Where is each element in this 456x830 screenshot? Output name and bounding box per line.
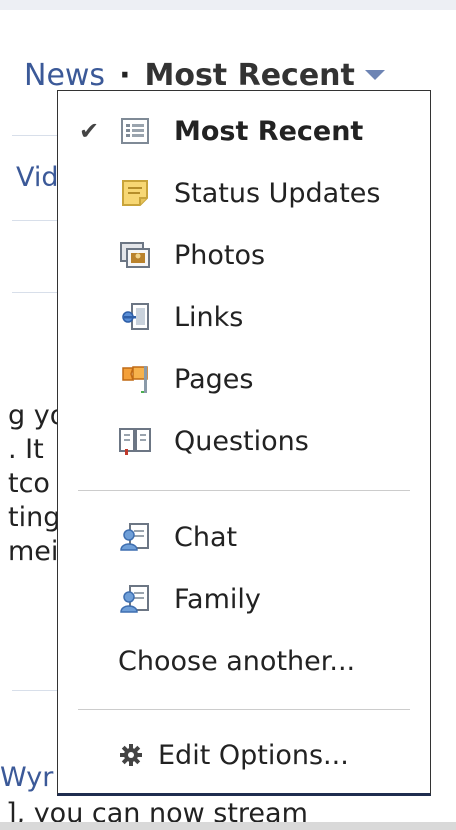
menu-divider [78, 709, 410, 710]
menu-item-label: Pages [174, 363, 254, 395]
menu-item-label: Links [174, 301, 244, 333]
sort-dropdown-toggle[interactable]: Most Recent [144, 58, 385, 93]
menu-item-label: Edit Options... [158, 739, 349, 771]
menu-item-label: Photos [174, 239, 266, 271]
menu-item-label: Family [174, 583, 261, 615]
menu-item-questions[interactable]: Questions [58, 413, 430, 469]
feed-author-link[interactable]: Wyr [0, 762, 53, 794]
feed-divider [12, 292, 62, 293]
news-feed-icon [118, 114, 152, 148]
link-icon [118, 300, 152, 334]
gear-icon [116, 738, 146, 772]
menu-item-label: Status Updates [174, 177, 381, 209]
feed-divider [12, 690, 62, 691]
feed-snippet-text: . It [8, 434, 44, 465]
menu-item-links[interactable]: Links [58, 289, 430, 345]
news-feed-link[interactable]: News [24, 58, 105, 93]
question-book-icon [118, 424, 152, 458]
menu-item-edit-options[interactable]: Edit Options... [58, 727, 430, 783]
friend-list-icon [118, 520, 152, 554]
menu-item-label: Questions [174, 425, 309, 457]
check-icon: ✔ [78, 117, 100, 145]
sort-label: Most Recent [144, 58, 355, 93]
header-separator: · [119, 58, 131, 93]
bottom-scrollbar[interactable] [0, 822, 456, 830]
feed-snippet-text: mei [8, 536, 59, 567]
menu-item-label: Most Recent [174, 115, 364, 147]
menu-item-pages[interactable]: Pages [58, 351, 430, 407]
menu-item-chat[interactable]: Chat [58, 509, 430, 565]
menu-divider [78, 490, 410, 491]
chevron-down-icon [364, 69, 385, 80]
friend-list-icon [118, 582, 152, 616]
feed-snippet-text: tco [8, 468, 50, 499]
menu-item-photos[interactable]: Photos [58, 227, 430, 283]
menu-item-status-updates[interactable]: Status Updates [58, 165, 430, 221]
menu-item-family[interactable]: Family [58, 571, 430, 627]
feed-snippet-text: ting [8, 502, 61, 533]
menu-item-choose-another[interactable]: Choose another... [58, 633, 430, 689]
photo-icon [118, 238, 152, 272]
feed-sort-dropdown-menu: ✔ Most Recent Status Updates Photos Link… [57, 90, 431, 796]
menu-item-label: Choose another... [118, 645, 356, 677]
menu-item-label: Chat [174, 521, 238, 553]
flag-icon [118, 362, 152, 396]
status-note-icon [118, 176, 152, 210]
menu-item-most-recent[interactable]: ✔ Most Recent [58, 103, 430, 159]
feed-snippet-link[interactable]: Vid [16, 162, 59, 194]
feed-divider [12, 220, 62, 221]
